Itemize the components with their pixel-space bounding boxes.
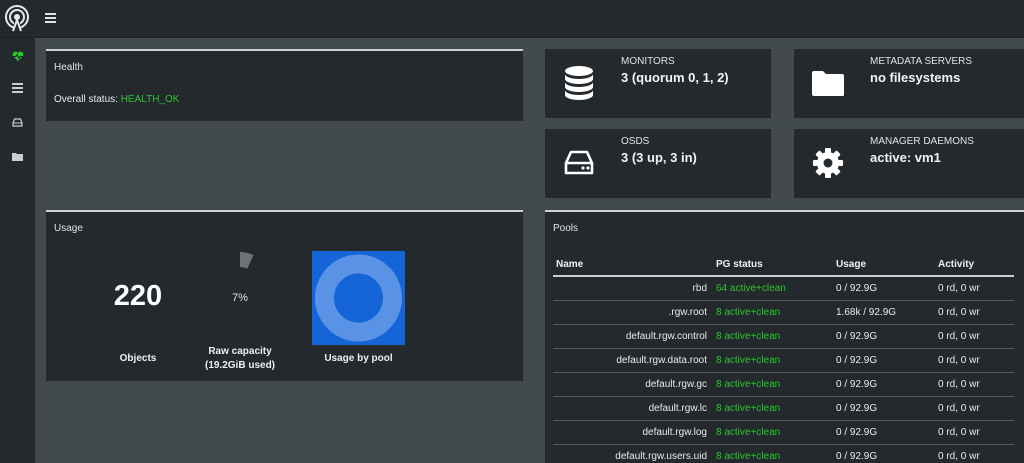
col-pg-status[interactable]: PG status [713, 254, 833, 277]
raw-capacity-gauge [240, 252, 254, 269]
usage-cell: 1.68k / 92.9G [833, 300, 935, 325]
table-row[interactable]: .rgw.root 8 active+clean 1.68k / 92.9G 0 rd… [553, 300, 1014, 325]
pool-name-cell: .rgw.root [553, 300, 713, 325]
usage-cell: 0 / 92.9G [833, 372, 935, 397]
pg-status-cell: 8 active+clean [713, 300, 833, 325]
osds-value: 3 (3 up, 3 in) [621, 150, 697, 165]
usage-cell: 0 / 92.9G [833, 420, 935, 445]
pools-title: Pools [553, 223, 579, 234]
usage-cell: 0 / 92.9G [833, 396, 935, 421]
monitors-value: 3 (quorum 0, 1, 2) [621, 70, 729, 85]
sidebar-item-health[interactable] [0, 44, 35, 68]
usage-title: Usage [54, 223, 83, 234]
pool-name-cell: default.rgw.users.uid [553, 444, 713, 463]
pool-name-cell: rbd [553, 276, 713, 301]
usage-cell: 0 / 92.9G [833, 324, 935, 349]
raw-capacity-used: (19.2GiB used) [204, 360, 276, 371]
osds-label: OSDS [621, 136, 650, 147]
metadata-label: METADATA SERVERS [870, 56, 973, 67]
health-status-value: HEALTH_OK [120, 94, 180, 105]
usage-by-pool-label: Usage by pool [324, 353, 393, 364]
pg-status-cell: 64 active+clean [713, 276, 833, 301]
pg-status-cell: 8 active+clean [713, 324, 833, 349]
col-activity[interactable]: Activity [935, 254, 1014, 277]
table-row[interactable]: default.rgw.log 8 active+clean 0 / 92.9G 0 … [553, 420, 1014, 445]
pg-status-cell: 8 active+clean [713, 396, 833, 421]
pools-header-row: Name PG status Usage Activity [553, 254, 1014, 277]
activity-cell: 0 rd, 0 wr [935, 420, 1014, 445]
table-row[interactable]: default.rgw.data.root 8 active+clean 0 / 9… [553, 348, 1014, 373]
managers-label: MANAGER DAEMONS [870, 136, 974, 147]
pg-status-cell: 8 active+clean [713, 348, 833, 373]
pg-status-cell: 8 active+clean [713, 420, 833, 445]
table-row[interactable]: default.rgw.users.uid 8 active+clean 0 / 9… [553, 444, 1014, 463]
manager-icon-box [794, 129, 862, 197]
pools-table: Name PG status Usage Activity rbd 64 acti… [553, 254, 1014, 463]
metadata-value: no filesystems [870, 70, 961, 85]
sidebar-item-filesystems[interactable] [0, 144, 35, 168]
usage-panel: Usage 220 Objects 7% Raw capacity (19.2G… [46, 210, 523, 381]
raw-capacity-arc [240, 252, 254, 269]
activity-cell: 0 rd, 0 wr [935, 300, 1014, 325]
metadata-icon-box [794, 49, 862, 117]
table-row[interactable]: rbd 64 active+clean 0 / 92.9G 0 rd, 0 wr [553, 276, 1014, 301]
pg-status-cell: 8 active+clean [713, 372, 833, 397]
monitors-label: MONITORS [621, 56, 675, 67]
overall-status-label: Overall status: [54, 94, 118, 105]
sidebar-item-block[interactable] [0, 110, 35, 134]
managers-value: active: vm1 [870, 150, 941, 165]
ceph-logo-icon[interactable] [3, 5, 31, 33]
pool-name-cell: default.rgw.gc [553, 372, 713, 397]
activity-cell: 0 rd, 0 wr [935, 396, 1014, 421]
health-title: Health [54, 62, 83, 73]
gear-icon [813, 148, 843, 178]
list-icon [12, 83, 23, 93]
usage-cell: 0 / 92.9G [833, 276, 935, 301]
heartbeat-icon [12, 51, 23, 61]
activity-cell: 0 rd, 0 wr [935, 348, 1014, 373]
pool-name-cell: default.rgw.data.root [553, 348, 713, 373]
activity-cell: 0 rd, 0 wr [935, 324, 1014, 349]
activity-cell: 0 rd, 0 wr [935, 372, 1014, 397]
metadata-servers-card[interactable]: METADATA SERVERS no filesystems [794, 49, 1024, 118]
table-row[interactable]: default.rgw.lc 8 active+clean 0 / 92.9G 0 r… [553, 396, 1014, 421]
raw-capacity-label: Raw capacity (19.2GiB used) [190, 345, 290, 373]
raw-capacity-title: Raw capacity [208, 346, 272, 357]
col-usage[interactable]: Usage [833, 254, 935, 277]
objects-label: Objects [119, 353, 157, 364]
folder-icon [812, 70, 844, 96]
hamburger-menu-icon[interactable] [45, 13, 56, 23]
pg-status-cell: 8 active+clean [713, 444, 833, 463]
monitors-icon-box [545, 49, 613, 117]
hard-drive-icon [564, 150, 594, 175]
activity-cell: 0 rd, 0 wr [935, 276, 1014, 301]
manager-daemons-card[interactable]: MANAGER DAEMONS active: vm1 [794, 129, 1024, 198]
hard-drive-icon [12, 117, 23, 127]
activity-cell: 0 rd, 0 wr [935, 444, 1014, 463]
health-panel: Health Overall status: HEALTH_OK [46, 49, 523, 121]
database-icon [565, 66, 593, 100]
usage-cell: 0 / 92.9G [833, 348, 935, 373]
table-row[interactable]: default.rgw.gc 8 active+clean 0 / 92.9G 0 r… [553, 372, 1014, 397]
pools-panel: Pools Name PG status Usage Activity rbd 6… [545, 210, 1024, 463]
osds-card[interactable]: OSDS 3 (3 up, 3 in) [545, 129, 771, 198]
sidebar [0, 38, 35, 463]
pool-name-cell: default.rgw.log [553, 420, 713, 445]
folder-icon [12, 152, 23, 161]
pool-name-cell: default.rgw.lc [553, 396, 713, 421]
sidebar-item-servers[interactable] [0, 76, 35, 100]
usage-cell: 0 / 92.9G [833, 444, 935, 463]
overall-status: Overall status: HEALTH_OK [54, 94, 179, 105]
usage-by-pool-chart[interactable] [312, 251, 405, 345]
pool-name-cell: default.rgw.control [553, 324, 713, 349]
monitors-card[interactable]: MONITORS 3 (quorum 0, 1, 2) [545, 49, 771, 118]
top-navbar [0, 0, 1024, 38]
raw-capacity-percent: 7% [232, 292, 248, 304]
table-row[interactable]: default.rgw.control 8 active+clean 0 / 92.… [553, 324, 1014, 349]
osds-icon-box [545, 129, 613, 197]
col-name[interactable]: Name [553, 254, 713, 277]
objects-count: 220 [113, 280, 163, 312]
